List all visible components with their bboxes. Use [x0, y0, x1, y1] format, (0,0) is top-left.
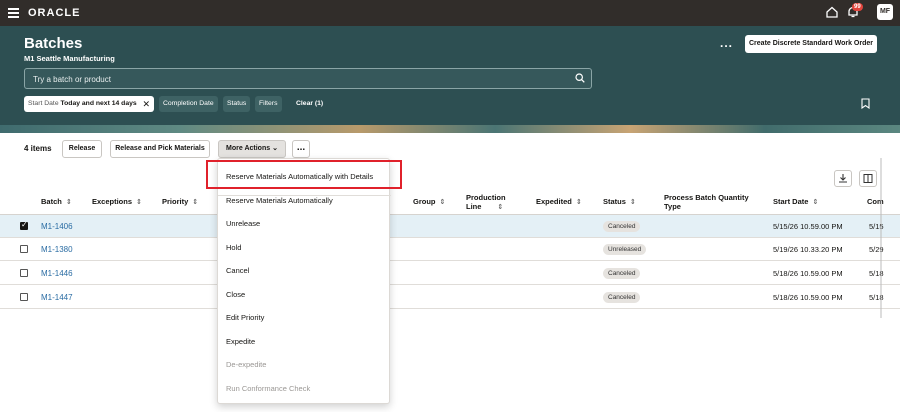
completion-date-filter[interactable]: Completion Date — [159, 96, 218, 112]
sort-icon: ⇕ — [65, 199, 72, 206]
sort-icon: ⇕ — [497, 204, 504, 211]
menu-item-edit-priority[interactable]: Edit Priority — [226, 313, 264, 322]
column-start-date[interactable]: Start Date ⇕ — [773, 197, 818, 206]
table-row[interactable]: M1-1380 Unreleased 5/19/26 10.33.20 PM 5… — [0, 238, 900, 261]
column-process-qty-label-2: Type — [664, 202, 681, 211]
column-expedited-label: Expedited — [536, 197, 572, 206]
more-actions-menu: Reserve Materials Automatically with Det… — [217, 158, 391, 404]
column-batch[interactable]: Batch ⇕ — [41, 197, 72, 206]
start-date-label: Start Date — [28, 100, 59, 107]
column-batch-label: Batch — [41, 197, 62, 206]
menu-item-hold[interactable]: Hold — [226, 243, 241, 252]
row-checkbox[interactable] — [20, 220, 28, 230]
column-group-label: Group — [413, 197, 436, 206]
export-button[interactable] — [834, 170, 852, 187]
batch-link[interactable]: M1-1446 — [41, 269, 73, 278]
status-badge: Canceled — [603, 268, 641, 279]
notification-badge: 99 — [852, 3, 863, 11]
column-priority-label: Priority — [162, 197, 189, 206]
avatar[interactable]: MF — [877, 4, 893, 20]
status-badge: Canceled — [603, 221, 641, 232]
item-count: 4 items — [24, 144, 52, 153]
create-work-order-button[interactable]: Create Discrete Standard Work Order — [745, 35, 877, 53]
start-date-cell: 5/19/26 10.33.20 PM — [773, 245, 843, 254]
start-date-cell: 5/18/26 10.59.00 PM — [773, 269, 843, 278]
column-group[interactable]: Group ⇕ — [413, 197, 445, 206]
organization-subtitle: M1 Seattle Manufacturing — [24, 54, 115, 63]
table-row[interactable]: M1-1446 Canceled 5/18/26 10.59.00 PM 5/1… — [0, 262, 900, 285]
column-exceptions[interactable]: Exceptions ⇕ — [92, 197, 142, 206]
oracle-logo: ORACLE — [28, 7, 81, 19]
release-button[interactable]: Release — [62, 140, 102, 158]
top-bar: ORACLE 99 MF — [0, 0, 900, 26]
column-start-date-label: Start Date — [773, 197, 809, 206]
sort-icon: ⇕ — [575, 199, 582, 206]
status-badge: Unreleased — [603, 244, 647, 255]
column-process-qty-label: Process Batch Quantity — [664, 193, 749, 202]
start-date-value: Today and next 14 days — [60, 100, 137, 107]
sort-icon: ⇕ — [439, 199, 446, 206]
remove-filter-icon[interactable]: ✕ — [142, 96, 150, 112]
sort-icon: ⇕ — [192, 199, 199, 206]
start-date-cell: 5/15/26 10.59.00 PM — [773, 222, 843, 231]
row-checkbox[interactable] — [20, 293, 28, 301]
release-pick-materials-button[interactable]: Release and Pick Materials — [110, 140, 210, 158]
column-priority[interactable]: Priority ⇕ — [162, 197, 198, 206]
more-actions-button[interactable]: More Actions ⌄ — [218, 140, 286, 158]
table-row[interactable]: M1-1406 Canceled 5/15/26 10.59.00 PM 5/1… — [0, 215, 900, 238]
overflow-button[interactable]: ... — [292, 140, 310, 158]
column-production-line-label-2: Line ⇕ — [466, 202, 504, 211]
highlight-box — [206, 160, 402, 189]
row-checkbox[interactable] — [20, 245, 28, 253]
batch-link[interactable]: M1-1380 — [41, 245, 73, 254]
column-production-line-label: Production — [466, 193, 506, 202]
page-title: Batches — [24, 35, 83, 52]
menu-item-de-expedite: De-expedite — [226, 360, 267, 369]
batch-link[interactable]: M1-1447 — [41, 293, 73, 302]
hamburger-menu-icon[interactable] — [8, 8, 19, 18]
menu-item-expedite[interactable]: Expedite — [226, 337, 255, 346]
row-checkbox[interactable] — [20, 269, 28, 277]
status-filter[interactable]: Status — [223, 96, 251, 112]
more-actions-label: More Actions — [226, 145, 271, 152]
column-status-label: Status — [603, 197, 626, 206]
search-box — [24, 68, 592, 89]
column-exceptions-label: Exceptions — [92, 197, 133, 206]
header-more-button[interactable]: ... — [720, 36, 733, 50]
columns-button[interactable] — [859, 170, 877, 187]
menu-item-run-conformance-check: Run Conformance Check — [226, 384, 311, 393]
table-row[interactable]: M1-1447 Canceled 5/18/26 10.59.00 PM 5/1… — [0, 286, 900, 309]
menu-item-unrelease[interactable]: Unrelease — [226, 219, 260, 228]
bookmark-icon[interactable] — [861, 98, 870, 109]
menu-item-reserve-materials[interactable]: Reserve Materials Automatically — [226, 196, 333, 205]
clear-filters-button[interactable]: Clear (1) — [292, 96, 327, 112]
download-icon — [839, 174, 847, 183]
menu-item-cancel[interactable]: Cancel — [226, 266, 249, 275]
column-process-batch-quantity-type[interactable]: Process Batch Quantity Type — [664, 193, 749, 211]
filters-button[interactable]: Filters — [255, 96, 282, 112]
sort-icon: ⇕ — [812, 199, 819, 206]
columns-icon — [863, 174, 873, 183]
search-icon[interactable] — [575, 73, 585, 83]
status-badge: Canceled — [603, 292, 641, 303]
start-date-filter-chip[interactable]: Start Date Today and next 14 days ✕ — [24, 96, 154, 112]
scrollbar[interactable] — [879, 158, 883, 318]
sort-icon: ⇕ — [629, 199, 636, 206]
start-date-cell: 5/18/26 10.59.00 PM — [773, 293, 843, 302]
decorative-banner — [0, 125, 900, 133]
search-input[interactable] — [33, 73, 553, 85]
batch-link[interactable]: M1-1406 — [41, 222, 73, 231]
column-status[interactable]: Status ⇕ — [603, 197, 636, 206]
home-icon[interactable] — [825, 5, 839, 19]
sort-icon: ⇕ — [136, 199, 142, 206]
chevron-down-icon: ⌄ — [272, 145, 278, 152]
menu-item-close[interactable]: Close — [226, 290, 245, 299]
column-production-line[interactable]: Production Line ⇕ — [466, 193, 506, 211]
column-expedited[interactable]: Expedited ⇕ — [536, 197, 582, 206]
